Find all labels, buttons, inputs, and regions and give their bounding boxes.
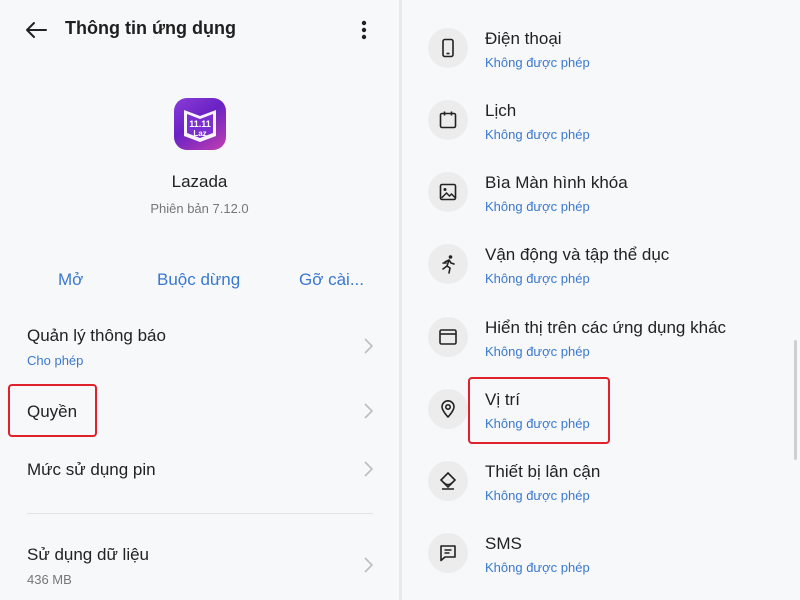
row-title: Mức sử dụng pin [27, 460, 156, 479]
back-arrow-icon[interactable] [22, 16, 50, 44]
open-button[interactable]: Mở [58, 270, 83, 290]
permission-status: Không được phép [485, 344, 590, 359]
chevron-right-icon [360, 461, 376, 477]
phone-icon [428, 28, 468, 68]
permission-title: Điện thoại [485, 29, 562, 48]
permission-title: Thiết bị lân cận [485, 462, 601, 481]
permissions-list-screen: Điện thoại Không được phép Lịch Không đư… [402, 0, 800, 600]
nearby-devices-icon [428, 461, 468, 501]
lazada-app-icon: 11.11 Laz [174, 98, 226, 150]
highlight-box [8, 384, 97, 437]
row-title: Sử dụng dữ liệu [27, 545, 150, 564]
permission-title: Hiển thị trên các ứng dụng khác [485, 318, 727, 337]
permission-status: Không được phép [485, 127, 590, 142]
app-version: Phiên bản 7.12.0 [150, 201, 249, 216]
permission-status: Không được phép [485, 560, 590, 575]
row-subtitle: 436 MB [27, 572, 72, 587]
force-stop-button[interactable]: Buộc dừng [157, 270, 240, 290]
running-icon [428, 244, 468, 284]
app-info-screen: Thông tin ứng dụng 11.11 Laz Lazada Phiê… [0, 0, 399, 600]
chevron-right-icon [360, 338, 376, 354]
app-icon-label: Laz [193, 129, 206, 138]
permission-status: Không được phép [485, 55, 590, 70]
uninstall-button[interactable]: Gỡ cài... [299, 270, 364, 290]
image-icon [428, 172, 468, 212]
sms-icon [428, 533, 468, 573]
permission-title: SMS [485, 534, 522, 553]
row-title: Quản lý thông báo [27, 326, 166, 345]
more-options-icon[interactable] [350, 16, 378, 44]
location-pin-icon [428, 389, 468, 429]
permission-title: Vận động và tập thể dục [485, 245, 670, 264]
permission-status: Không được phép [485, 488, 590, 503]
page-title: Thông tin ứng dụng [65, 18, 236, 38]
row-subtitle: Cho phép [27, 353, 84, 368]
overlay-window-icon [428, 317, 468, 357]
scrollbar[interactable] [794, 340, 797, 460]
calendar-icon [428, 100, 468, 140]
permission-title: Bìa Màn hình khóa [485, 173, 628, 192]
chevron-right-icon [360, 557, 376, 573]
permission-title: Lịch [485, 101, 517, 120]
chevron-right-icon [360, 403, 376, 419]
app-icon-badge: 11.11 [189, 119, 211, 129]
permission-status: Không được phép [485, 199, 590, 214]
permission-status: Không được phép [485, 271, 590, 286]
app-name: Lazada [171, 172, 228, 191]
divider [27, 513, 373, 514]
highlight-box [468, 377, 610, 444]
